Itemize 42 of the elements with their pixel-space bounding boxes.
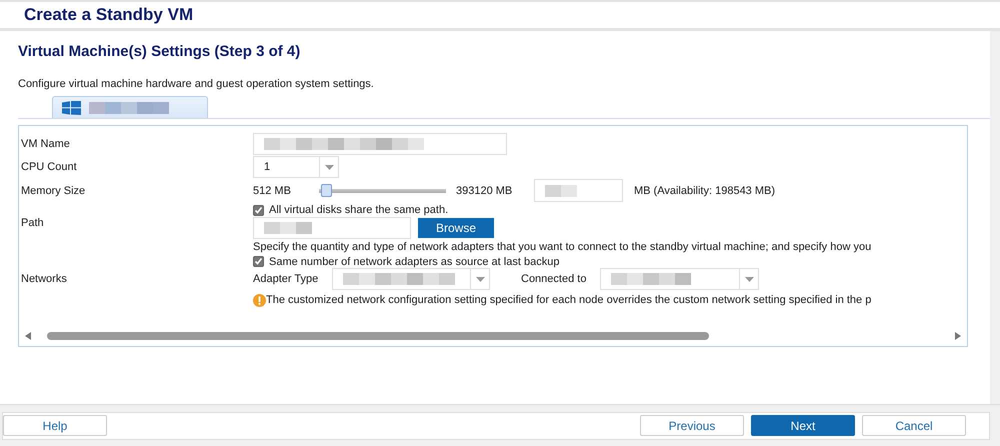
field-label: VM Name — [21, 138, 70, 150]
step-title: Virtual Machine(s) Settings (Step 3 of 4) — [18, 43, 300, 60]
path-input[interactable] — [253, 217, 411, 239]
adapter-type-dropdown[interactable] — [332, 268, 490, 290]
caret-icon — [744, 276, 754, 282]
slider-min-label: 512 MB — [253, 184, 292, 196]
field-label: Adapter Type — [253, 273, 320, 285]
scroll-right-icon[interactable] — [955, 332, 961, 340]
help-button[interactable]: Help — [3, 415, 107, 436]
browse-button[interactable]: Browse — [418, 218, 494, 238]
windows-logo-icon — [62, 100, 81, 114]
warning-icon — [253, 294, 266, 306]
field-label: Networks — [21, 273, 67, 285]
window-title: Create a Standby VM — [24, 5, 194, 25]
memory-unit-label: MB (Availability: 198543 MB) — [634, 184, 776, 196]
slider-thumb[interactable] — [321, 184, 332, 197]
vm-tab[interactable] — [52, 96, 208, 118]
field-label: Connected to — [521, 273, 588, 285]
step-description: Configure virtual machine hardware and guest operation system settings. — [18, 78, 374, 90]
connected-to-dropdown[interactable] — [600, 268, 759, 290]
caret-icon — [476, 276, 484, 282]
blurred-text — [264, 222, 312, 234]
checkbox-label: All virtual disks share the same path. — [269, 204, 448, 216]
vm-name-input[interactable] — [253, 133, 507, 155]
cancel-button[interactable]: Cancel — [862, 415, 966, 436]
next-button[interactable]: Next — [751, 415, 855, 436]
slider-max-label: 393120 MB — [456, 184, 514, 196]
blurred-text — [545, 184, 577, 196]
scroll-left-icon[interactable] — [25, 332, 31, 340]
warning-message: The customized network configuration setting specified for each node overrides the custom network setting specified in the p — [266, 294, 872, 306]
checkbox[interactable] — [253, 204, 264, 216]
checkbox-label: Same number of network adapters as source at last backup — [269, 256, 560, 268]
memory-size-input[interactable] — [534, 179, 623, 202]
caret-icon — [324, 164, 334, 170]
field-label: Path — [21, 217, 44, 229]
networks-description: Specify the quantity and type of network adapters that you want to connect to the standby virtual machine; and specify how you — [253, 241, 872, 253]
horizontal-scrollbar[interactable] — [25, 331, 961, 341]
checkbox[interactable] — [253, 256, 264, 267]
field-label: CPU Count — [21, 161, 77, 173]
cpu-count-dropdown[interactable]: 1 — [253, 156, 339, 178]
previous-button[interactable]: Previous — [640, 415, 744, 436]
field-label: Memory Size — [21, 184, 86, 196]
